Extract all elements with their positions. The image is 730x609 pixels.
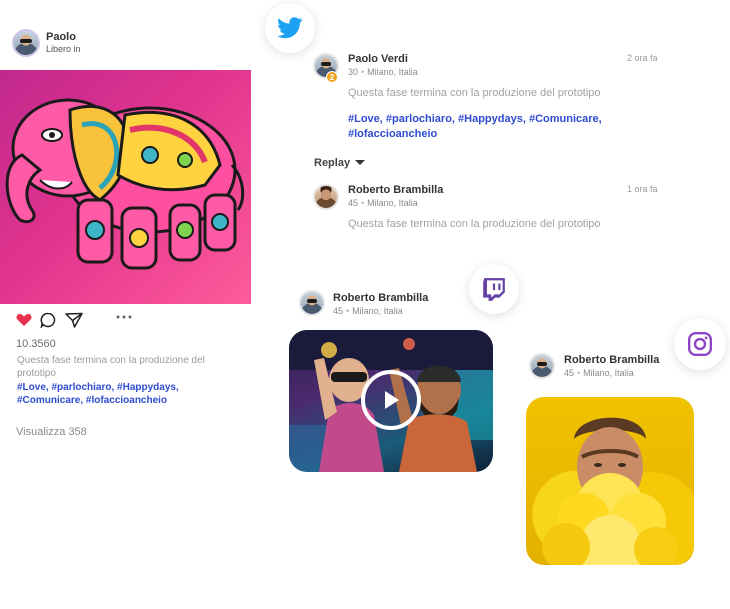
twitch-button[interactable]	[469, 264, 519, 314]
tweet-hashtags-line-2[interactable]: #lofaccioancheio	[348, 127, 437, 142]
play-icon[interactable]	[361, 370, 421, 430]
reply-user-meta: 45 • Milano, Italia	[348, 198, 418, 208]
twitch-user-name[interactable]: Roberto Brambilla	[333, 292, 428, 304]
tweet-time: 2 ora fa	[627, 53, 658, 63]
twitch-user-age: 45	[333, 306, 344, 316]
reply-text: Questa fase termina con la produzione de…	[348, 218, 601, 230]
avatar[interactable]	[12, 29, 40, 57]
photo-user-age: 45	[564, 368, 575, 378]
avatar[interactable]	[529, 353, 555, 379]
photo-image[interactable]	[526, 397, 694, 565]
avatar[interactable]	[313, 184, 339, 210]
views-count[interactable]: Visualizza 358	[16, 426, 87, 438]
post-user-status: Libero in	[46, 44, 81, 54]
replay-toggle[interactable]: Replay	[314, 157, 366, 169]
photo-user-location: Milano, Italia	[583, 368, 634, 378]
twitch-user-location: Milano, Italia	[352, 306, 403, 316]
reply-user-location: Milano, Italia	[367, 198, 418, 208]
twitter-icon	[277, 17, 303, 39]
comment-icon[interactable]	[40, 312, 56, 329]
twitter-button[interactable]	[265, 3, 315, 53]
notification-badge: 2	[326, 71, 338, 83]
post-user-name[interactable]: Paolo	[46, 31, 76, 43]
more-icon[interactable]	[115, 309, 135, 319]
reply-user-name[interactable]: Roberto Brambilla	[348, 184, 443, 196]
reply-user-age: 45	[348, 198, 359, 208]
heart-icon[interactable]	[16, 313, 32, 327]
video-thumbnail[interactable]	[289, 330, 493, 472]
avatar[interactable]	[299, 290, 325, 316]
post-caption: Questa fase termina con la produzione de…	[17, 355, 205, 379]
instagram-icon	[687, 331, 713, 357]
share-icon[interactable]	[65, 312, 83, 328]
instagram-button[interactable]	[674, 318, 726, 370]
post-image[interactable]	[0, 70, 251, 304]
chevron-down-icon	[355, 160, 366, 165]
tweet-user-meta: 30 • Milano, Italia	[348, 67, 418, 77]
tweet-text: Questa fase termina con la produzione de…	[348, 87, 601, 99]
post-hashtags-line-1[interactable]: #Love, #parlochiaro, #Happydays,	[17, 381, 179, 394]
tweet-hashtags-line-1[interactable]: #Love, #parlochiaro, #Happydays, #Comuni…	[348, 112, 602, 127]
replay-label: Replay	[314, 157, 351, 169]
tweet-user-name[interactable]: Paolo Verdi	[348, 53, 408, 65]
tweet-user-age: 30	[348, 67, 359, 77]
twitch-user-meta: 45 • Milano, Italia	[333, 306, 403, 316]
photo-user-meta: 45 • Milano, Italia	[564, 368, 634, 378]
likes-count: 10.3560	[16, 338, 56, 350]
elephant-illustration	[5, 98, 245, 270]
photo-user-name[interactable]: Roberto Brambilla	[564, 354, 659, 366]
reply-time: 1 ora fa	[627, 184, 658, 194]
yellow-smoke-portrait	[542, 417, 678, 565]
tweet-user-location: Milano, Italia	[367, 67, 418, 77]
twitch-icon	[483, 278, 505, 301]
post-hashtags-line-2[interactable]: #Comunicare, #lofaccioancheio	[17, 394, 167, 405]
